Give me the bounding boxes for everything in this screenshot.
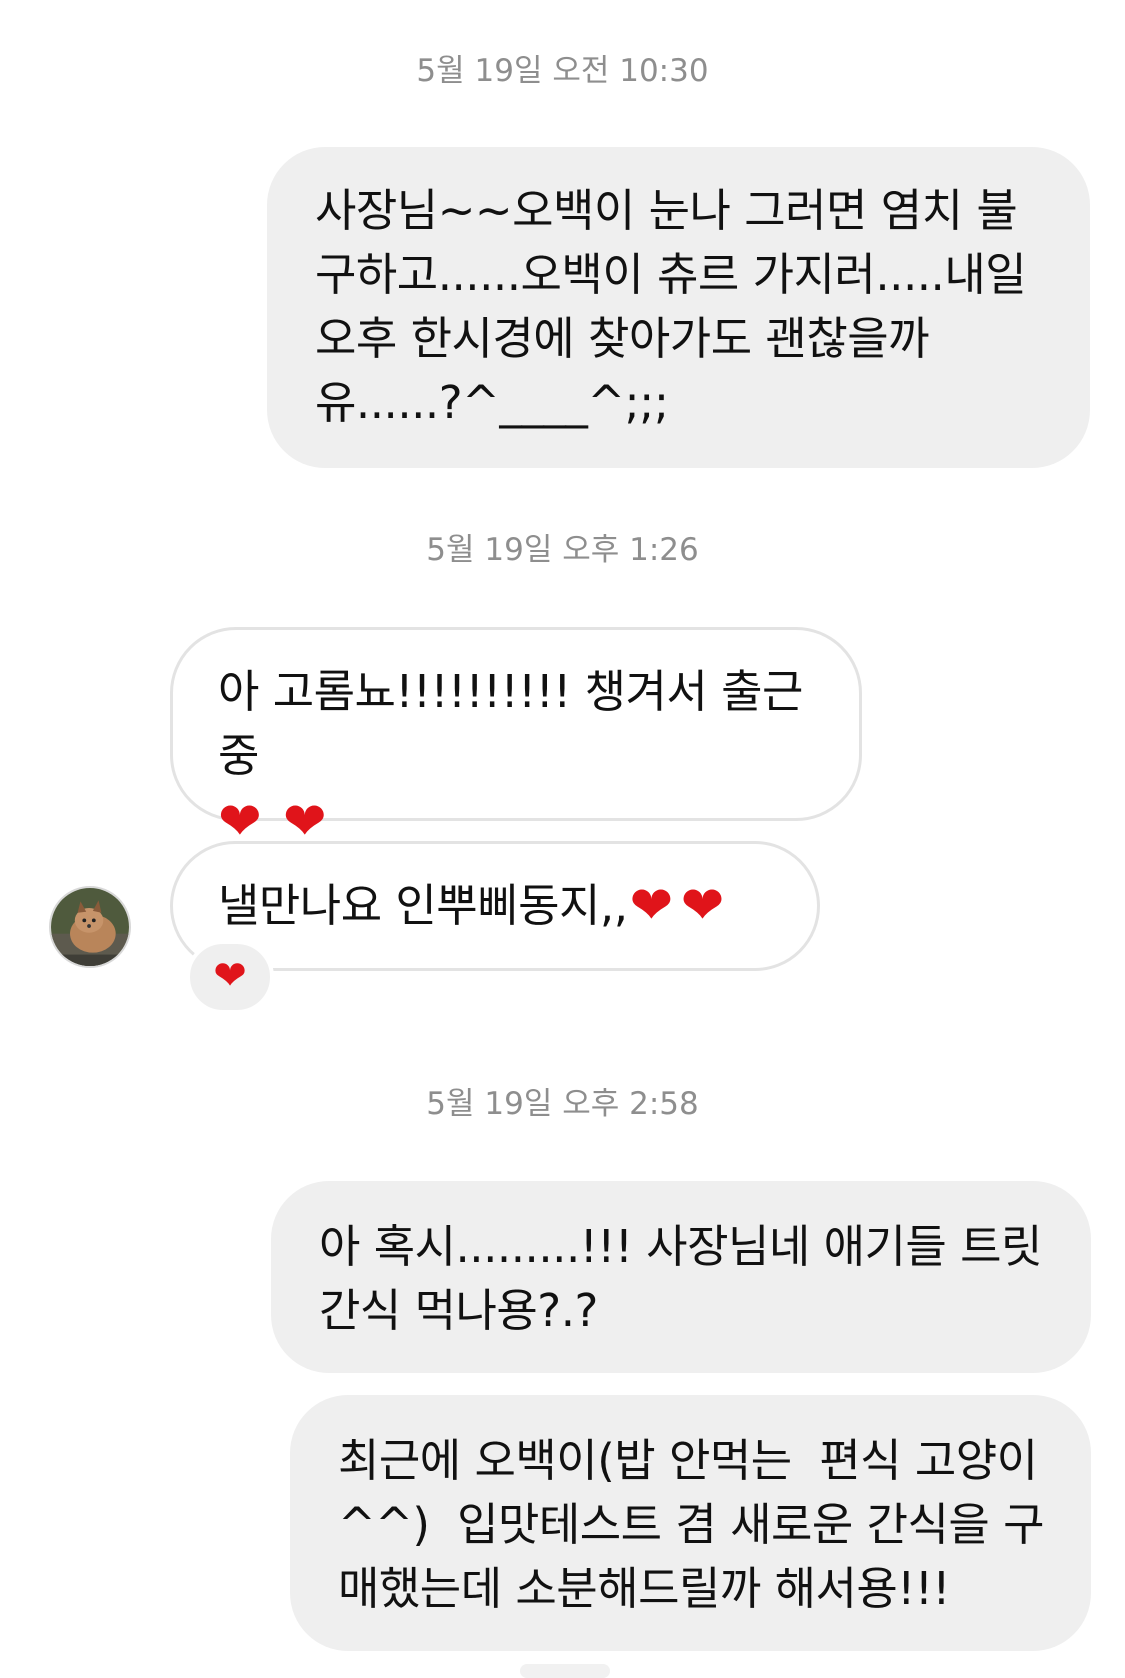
avatar[interactable] <box>49 886 131 968</box>
message-bubble-sent[interactable]: 사장님~~오백이 눈나 그러면 염치 불 구하고......오백이 츄르 가지러… <box>267 147 1090 468</box>
message-bubble-sent[interactable]: 아 혹시.........!!! 사장님네 애기들 트릿 간식 먹나용?.? <box>271 1181 1091 1373</box>
message-line: 사장님~~오백이 눈나 그러면 염치 불 <box>315 184 1018 237</box>
message-bubble-sent[interactable]: 최근에 오백이(밥 안먹는 편식 고양이 ^^) 입맛테스트 겸 새로운 간식을… <box>290 1395 1091 1651</box>
heart-icon: ❤ <box>213 953 247 999</box>
reaction-badge[interactable]: ❤ <box>186 940 274 1014</box>
message-line: 구하고......오백이 츄르 가지러.....내일 <box>315 248 1027 301</box>
message-line: 유......?^____^;;; <box>315 376 669 429</box>
message-line: 매했는데 소분해드릴까 해서용!!! <box>338 1562 950 1615</box>
heart-icon: ❤ <box>629 876 674 936</box>
message-line: 최근에 오백이(밥 안먹는 편식 고양이 <box>338 1434 1038 1487</box>
message-line: 오후 한시경에 찾아가도 괜찮을까 <box>315 312 930 365</box>
message-line: 간식 먹나용?.? <box>319 1284 598 1337</box>
message-line: ^^) 입맛테스트 겸 새로운 간식을 구 <box>338 1498 1045 1551</box>
message-line: 아 혹시.........!!! 사장님네 애기들 트릿 <box>319 1220 1042 1273</box>
message-text: 낼만나요 인뿌삐동지,, <box>218 879 628 932</box>
message-bubble-received[interactable]: 낼만나요 인뿌삐동지,,❤ ❤ <box>170 841 820 971</box>
timestamp: 5월 19일 오전 10:30 <box>416 53 709 89</box>
message-bubble-received[interactable]: 아 고롬뇨!!!!!!!!!! 챙겨서 출근중 ❤ ❤ <box>170 627 862 848</box>
timestamp: 5월 19일 오후 2:58 <box>426 1086 699 1122</box>
heart-icon: ❤ <box>680 876 725 936</box>
message-line: 아 고롬뇨!!!!!!!!!! 챙겨서 출근중 <box>218 665 803 782</box>
timestamp: 5월 19일 오후 1:26 <box>426 532 699 568</box>
fox-cub-avatar <box>51 888 129 966</box>
